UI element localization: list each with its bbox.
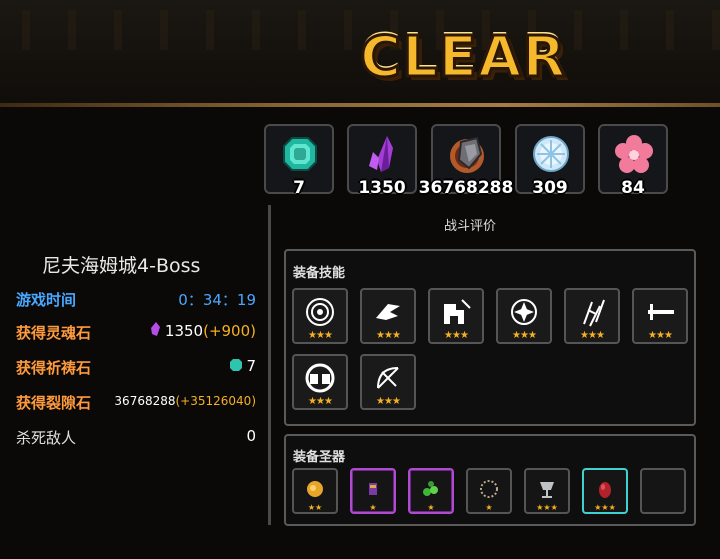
bead-necklace-icon: [480, 480, 498, 498]
stat-value-group: 7: [229, 357, 256, 375]
banner-divider: [0, 103, 720, 107]
relic-slot[interactable]: ★★★: [524, 468, 570, 514]
pink-flower-icon: [615, 135, 653, 173]
relic-stars: ★★★: [594, 503, 616, 512]
resource-purple-crystal: 1350: [347, 124, 417, 198]
clear-title: CLEAR: [359, 24, 568, 91]
stage-title: 尼夫海姆城4-Boss: [42, 255, 201, 277]
teal-gem-icon: [229, 359, 242, 371]
stat-row-rift-stone: 获得裂隙石 36768288(+35126040): [16, 390, 256, 414]
purple-crystal-icon: [369, 136, 393, 172]
daggers-rain-icon: [583, 299, 605, 327]
stat-value: 0: [246, 427, 256, 445]
shuriken-spin-icon: [511, 299, 537, 325]
skill-stars: ★★★: [308, 330, 333, 341]
skill-stars: ★★★: [648, 330, 673, 341]
skill-slot[interactable]: ★★★: [564, 288, 620, 344]
stat-label: 杀死敌人: [16, 429, 77, 447]
relic-stars: ★★★: [536, 503, 558, 512]
skill-slot[interactable]: ★★★: [496, 288, 552, 344]
skill-slot[interactable]: ★★★: [428, 288, 484, 344]
rift-stone-icon: [450, 136, 484, 173]
stat-label: 获得祈祷石: [16, 359, 92, 377]
battle-rating-label: 战斗评价: [443, 219, 496, 234]
strike-fist-icon: [444, 299, 471, 324]
skill-stars: ★★★: [376, 330, 401, 341]
resource-flower: 84: [598, 124, 668, 198]
helm-shield-icon: [305, 363, 335, 393]
skill-stars: ★★★: [444, 330, 469, 341]
bow-arrow-icon: [377, 367, 399, 389]
stat-value: 7: [246, 357, 256, 375]
relic-stars: ★★: [307, 503, 323, 512]
relic-slot[interactable]: ★: [408, 468, 454, 514]
wing-dash-icon: [376, 304, 400, 320]
skill-slot[interactable]: ★★★: [632, 288, 688, 344]
red-egg-icon: [599, 482, 611, 498]
stat-row-soul-stone: 获得灵魂石 1350(+900): [16, 320, 256, 344]
relics-panel-title: 装备圣器: [293, 450, 346, 465]
skill-slot[interactable]: ★★★: [292, 354, 348, 410]
stat-row-play-time: 游戏时间 0：34：19: [16, 287, 256, 311]
skill-slot[interactable]: ★★★: [360, 288, 416, 344]
skill-slot[interactable]: ★★★: [360, 354, 416, 410]
stat-value: 36768288: [114, 394, 176, 408]
skill-stars: ★★★: [512, 330, 537, 341]
stat-label: 获得裂隙石: [16, 394, 92, 412]
stat-row-prayer-stone: 获得祈祷石 7: [16, 355, 256, 379]
relic-slot[interactable]: ★: [466, 468, 512, 514]
stat-value-group: 1350(+900): [150, 322, 256, 340]
skill-stars: ★★★: [376, 396, 401, 407]
snowflake-orb-icon: [533, 136, 569, 172]
relic-stars: ★: [369, 503, 377, 512]
skill-stars: ★★★: [580, 330, 605, 341]
stat-bonus: (+900): [203, 322, 256, 340]
stat-label: 游戏时间: [16, 291, 77, 309]
resource-rift-stone: 36768288: [419, 124, 513, 198]
golden-lion-icon: [307, 481, 323, 497]
stat-value: 1350: [164, 322, 204, 340]
stat-label: 获得灵魂石: [16, 324, 92, 342]
teal-gem-icon: [283, 137, 317, 171]
relic-slot[interactable]: ★★★: [582, 468, 628, 514]
stat-bonus: (+35126040): [175, 394, 257, 408]
relic-slot-empty[interactable]: [640, 468, 686, 514]
skill-stars: ★★★: [308, 396, 333, 407]
target-eye-icon: [306, 298, 334, 326]
purple-idol-icon: [369, 483, 377, 495]
thrust-sword-icon: [648, 304, 674, 320]
skill-slot[interactable]: ★★★: [292, 288, 348, 344]
resource-snow-orb: 309: [515, 124, 585, 198]
vertical-divider: [268, 205, 271, 525]
relic-slot[interactable]: ★: [350, 468, 396, 514]
relic-stars: ★: [485, 503, 493, 512]
relic-slot[interactable]: ★★: [292, 468, 338, 514]
stat-value: 0：34：19: [178, 291, 256, 309]
purple-crystal-icon: [151, 322, 161, 336]
stat-row-kills: 杀死敌人 0: [16, 425, 256, 449]
resource-count: 84: [621, 178, 645, 198]
green-seeds-icon: [423, 481, 438, 496]
stat-value-group: 36768288(+35126040): [114, 394, 256, 408]
relic-stars: ★: [427, 503, 435, 512]
resource-teal-gem: 7: [264, 124, 334, 198]
skills-panel-title: 装备技能: [293, 266, 346, 281]
silver-chalice-icon: [540, 482, 554, 498]
